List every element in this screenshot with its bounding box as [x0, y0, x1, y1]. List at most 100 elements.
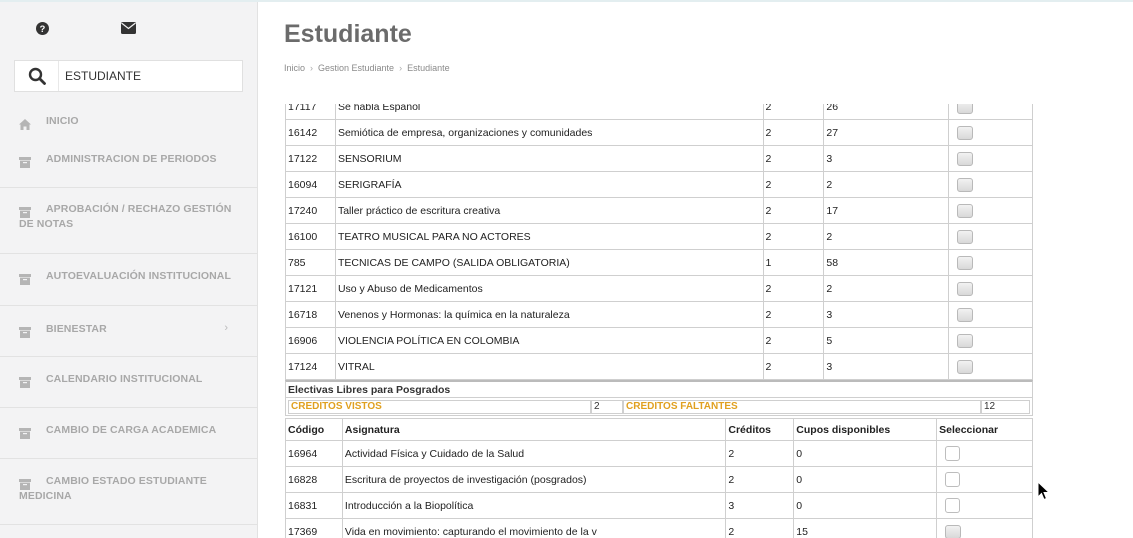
- cell-code: 16831: [285, 492, 343, 519]
- sidebar-item-inicio[interactable]: INICIO: [0, 103, 257, 140]
- mouse-cursor-icon: [1037, 481, 1050, 501]
- select-checkbox[interactable]: [957, 307, 974, 322]
- select-checkbox[interactable]: [957, 203, 974, 218]
- table-row: 17117 Se habla Español 2 26: [285, 104, 1033, 120]
- breadcrumb-inicio[interactable]: Inicio: [284, 63, 305, 73]
- creditos-faltantes-label: CREDITOS FALTANTES: [623, 400, 981, 414]
- select-checkbox[interactable]: [945, 524, 962, 538]
- cell-name: TEATRO MUSICAL PARA NO ACTORES: [334, 223, 764, 250]
- creditos-vistos-label: CREDITOS VISTOS: [288, 400, 591, 414]
- select-checkbox[interactable]: [957, 151, 974, 166]
- select-checkbox[interactable]: [957, 359, 974, 374]
- cell-cupos: 0: [793, 466, 938, 493]
- cell-select: [948, 197, 1033, 224]
- cell-credits: 2: [762, 119, 825, 146]
- sidebar-item-label: APROBACIÓN / RECHAZO GESTIÓN DE NOTAS: [19, 203, 232, 230]
- sidebar-item-label: INICIO: [46, 115, 79, 127]
- cell-name: Introducción a la Biopolítica: [341, 492, 727, 519]
- sidebar-item-label: AUTOEVALUACIÓN INSTITUCIONAL: [46, 270, 231, 282]
- breadcrumb: Inicio › Gestion Estudiante › Estudiante: [284, 63, 450, 73]
- select-checkbox[interactable]: [957, 255, 974, 270]
- sidebar-item-label: CAMBIO ESTADO ESTUDIANTE MEDICINA: [19, 475, 207, 502]
- sidebar-search: [14, 60, 243, 92]
- cell-code: 16828: [285, 466, 343, 493]
- cell-name: Taller práctico de escritura creativa: [334, 197, 764, 224]
- page-title: Estudiante: [284, 20, 412, 48]
- select-checkbox[interactable]: [945, 446, 961, 461]
- cell-cupos: 3: [823, 145, 950, 172]
- sidebar: ? INICIO ADMINISTRACION DE PERIODOS APROBA…: [0, 2, 258, 538]
- select-checkbox[interactable]: [957, 104, 974, 114]
- breadcrumb-gestion-estudiante[interactable]: Gestion Estudiante: [318, 63, 394, 73]
- archive-icon: [19, 325, 31, 338]
- sidebar-item-label: BIENESTAR: [46, 323, 107, 335]
- cell-select: [936, 440, 1033, 467]
- select-checkbox[interactable]: [945, 472, 961, 487]
- cell-credits: 2: [762, 223, 825, 250]
- search-input[interactable]: [65, 65, 235, 87]
- archive-icon: [19, 155, 31, 168]
- mail-icon[interactable]: [118, 18, 138, 38]
- cell-code: 17121: [285, 275, 336, 302]
- header-asignatura: Asignatura: [341, 418, 727, 441]
- table-row: 16718 Venenos y Hormonas: la química en l…: [285, 301, 1033, 328]
- cell-credits: 2: [762, 197, 825, 224]
- cell-name: TECNICAS DE CAMPO (SALIDA OBLIGATORIA): [334, 249, 764, 276]
- cell-name: VIOLENCIA POLÍTICA EN COLOMBIA: [334, 327, 764, 354]
- help-icon[interactable]: ?: [32, 18, 52, 38]
- header-codigo: Código: [285, 418, 343, 441]
- sidebar-nav: INICIO ADMINISTRACION DE PERIODOS APROBACI…: [0, 103, 257, 525]
- cell-code: 16964: [285, 440, 343, 467]
- cell-code: 17369: [285, 518, 343, 538]
- select-checkbox[interactable]: [957, 125, 974, 140]
- search-icon[interactable]: [15, 61, 59, 91]
- credits-summary: CREDITOS VISTOS 2 CREDITOS FALTANTES 12: [285, 398, 1033, 416]
- cell-code: 16142: [285, 119, 336, 146]
- cell-select: [948, 353, 1033, 380]
- cell-credits: 2: [725, 466, 795, 493]
- sidebar-item-cambio-estado-estudiante-medicina[interactable]: CAMBIO ESTADO ESTUDIANTE MEDICINA: [0, 459, 257, 525]
- sidebar-item-label: ADMINISTRACION DE PERIODOS: [46, 153, 217, 165]
- cell-cupos: 5: [823, 327, 950, 354]
- table-row: 785 TECNICAS DE CAMPO (SALIDA OBLIGATORIA…: [285, 249, 1033, 276]
- cell-select: [936, 466, 1033, 493]
- cell-cupos: 17: [823, 197, 950, 224]
- cell-credits: 1: [762, 249, 825, 276]
- cell-credits: 2: [762, 353, 825, 380]
- cell-cupos: 27: [823, 119, 950, 146]
- table-row: 16828 Escritura de proyectos de investiga…: [285, 466, 1033, 493]
- sidebar-item-calendario-institucional[interactable]: CALENDARIO INSTITUCIONAL: [0, 357, 257, 408]
- electives-scroll-area[interactable]: 17117 Se habla Español 2 26 16142 Semiótica d…: [285, 104, 1033, 538]
- header-creditos: Créditos: [725, 418, 795, 441]
- table-row: 16094 SERIGRAFÍA 2 2: [285, 171, 1033, 198]
- cell-code: 16094: [285, 171, 336, 198]
- sidebar-item-label: CAMBIO DE CARGA ACADEMICA: [46, 424, 217, 436]
- cell-select: [948, 327, 1033, 354]
- header-seleccionar: Seleccionar: [936, 418, 1033, 441]
- select-checkbox[interactable]: [957, 177, 974, 192]
- select-checkbox[interactable]: [957, 281, 974, 296]
- sidebar-item-cambio-de-carga-academica[interactable]: CAMBIO DE CARGA ACADEMICA: [0, 408, 257, 459]
- cell-name: Escritura de proyectos de investigación …: [341, 466, 727, 493]
- sidebar-item-bienestar[interactable]: BIENESTAR ›: [0, 306, 257, 357]
- table-row: 16142 Semiótica de empresa, organizacione…: [285, 119, 1033, 146]
- select-checkbox[interactable]: [945, 498, 961, 513]
- breadcrumb-current: Estudiante: [407, 63, 450, 73]
- creditos-faltantes-value: 12: [981, 400, 1030, 414]
- table-header-row: Código Asignatura Créditos Cupos disponi…: [285, 418, 1033, 441]
- cell-select: [948, 223, 1033, 250]
- chevron-right-icon: ›: [224, 322, 228, 334]
- cell-code: 16906: [285, 327, 336, 354]
- archive-icon: [19, 272, 31, 285]
- select-checkbox[interactable]: [957, 229, 974, 244]
- sidebar-item-aprobación-rechazo-gestión-de-notas[interactable]: APROBACIÓN / RECHAZO GESTIÓN DE NOTAS: [0, 188, 257, 254]
- cell-select: [936, 518, 1033, 538]
- sidebar-item-administracion-de-periodos[interactable]: ADMINISTRACION DE PERIODOS: [0, 140, 257, 188]
- svg-text:?: ?: [39, 24, 45, 34]
- cell-cupos: 58: [823, 249, 950, 276]
- sidebar-item-autoevaluación-institucional[interactable]: AUTOEVALUACIÓN INSTITUCIONAL: [0, 254, 257, 306]
- cell-select: [948, 119, 1033, 146]
- select-checkbox[interactable]: [957, 333, 974, 348]
- cell-code: 17240: [285, 197, 336, 224]
- cell-name: Venenos y Hormonas: la química en la nat…: [334, 301, 764, 328]
